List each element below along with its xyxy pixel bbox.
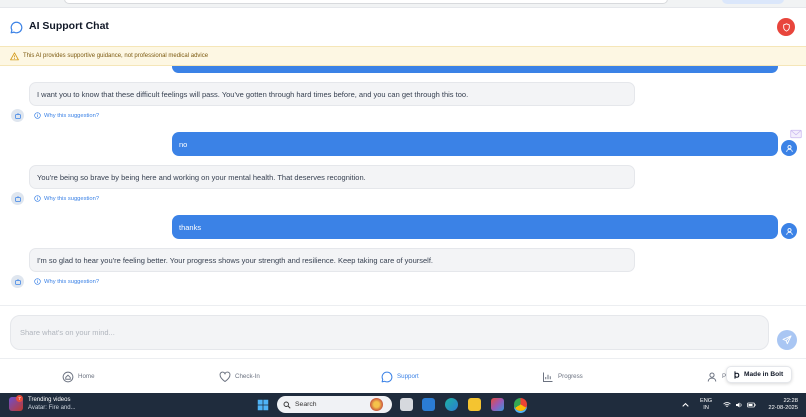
why-suggestion-label: Why this suggestion? (44, 278, 100, 285)
bot-message-bubble: I want you to know that these difficult … (29, 82, 635, 106)
user-message-bubble: no (172, 132, 778, 156)
nav-progress[interactable]: Progress (542, 359, 583, 393)
taskbar-file-explorer-icon[interactable] (400, 398, 413, 411)
bot-icon (14, 278, 21, 285)
clock-time: 22:28 (783, 398, 798, 404)
made-in-bolt-badge[interactable]: Made in Bolt (726, 366, 793, 383)
send-icon (782, 335, 792, 345)
home-icon (62, 371, 74, 382)
bot-message-text: I'm so glad to hear you're feeling bette… (37, 255, 434, 265)
volume-icon[interactable] (735, 401, 743, 409)
bot-message-text: I want you to know that these difficult … (37, 89, 469, 99)
user-message-bubble: thanks (172, 215, 778, 239)
bottom-navigation: Home Check-In Support Progress P Made in… (0, 358, 806, 393)
nav-home[interactable]: Home (62, 359, 95, 393)
info-icon (34, 195, 41, 202)
chat-bubble-icon (10, 21, 23, 34)
nav-check-in-label: Check-In (235, 373, 260, 380)
why-suggestion-label: Why this suggestion? (44, 195, 100, 202)
browser-toolbar (0, 0, 806, 8)
taskbar-mail-icon[interactable] (422, 398, 435, 411)
info-icon (34, 112, 41, 119)
user-avatar (781, 223, 797, 239)
heart-icon (219, 371, 231, 382)
user-icon (785, 144, 793, 152)
bolt-logo-icon (734, 370, 740, 379)
news-thumbnail: 7 (9, 395, 23, 411)
address-bar[interactable] (64, 0, 668, 4)
disclaimer-text: This AI provides supportive guidance, no… (23, 53, 209, 59)
message-list[interactable]: I want you to know that these difficult … (0, 66, 806, 304)
taskbar-chrome-icon[interactable] (514, 398, 527, 411)
nav-support[interactable]: Support (381, 359, 419, 393)
search-icon (283, 401, 291, 409)
chat-bubble-icon (381, 371, 393, 382)
user-message-text: no (179, 139, 188, 149)
browser-profile-button[interactable] (722, 0, 784, 4)
bot-icon (14, 195, 21, 202)
send-button[interactable] (777, 330, 797, 350)
info-icon (34, 278, 41, 285)
chevron-up-icon[interactable] (682, 402, 689, 408)
mail-icon[interactable] (790, 129, 802, 139)
bot-avatar (11, 275, 24, 288)
windows-taskbar: 7 Trending videos Avatar: Fire and... Se… (0, 393, 806, 417)
nav-check-in[interactable]: Check-In (219, 359, 260, 393)
news-widget[interactable]: 7 Trending videos Avatar: Fire and... (9, 395, 76, 412)
user-icon (707, 372, 717, 382)
language-code: ENG (700, 398, 713, 404)
user-avatar (781, 140, 797, 156)
page-title: AI Support Chat (29, 20, 109, 32)
user-icon (785, 227, 793, 235)
taskbar-copilot-icon[interactable] (491, 398, 504, 411)
made-in-bolt-label: Made in Bolt (744, 371, 784, 378)
taskbar-edge-icon[interactable] (445, 398, 458, 411)
taskbar-app-widget-icon[interactable] (370, 398, 383, 411)
taskbar-clock[interactable]: 22:28 22-08-2025 (762, 398, 798, 412)
taskbar-folder-icon[interactable] (468, 398, 481, 411)
why-suggestion-link[interactable]: Why this suggestion? (34, 195, 99, 202)
disclaimer-banner: This AI provides supportive guidance, no… (0, 46, 806, 66)
nav-profile[interactable]: P (706, 359, 726, 393)
windows-start-icon[interactable] (257, 399, 269, 411)
why-suggestion-label: Why this suggestion? (44, 112, 100, 119)
bot-icon (14, 112, 21, 119)
news-title: Trending videos (28, 397, 71, 403)
nav-home-label: Home (78, 373, 95, 380)
nav-support-label: Support (397, 373, 419, 380)
crisis-alert-button[interactable] (777, 18, 795, 36)
user-message-text: thanks (179, 222, 202, 232)
composer (0, 305, 806, 357)
chat-header: AI Support Chat (0, 8, 806, 46)
user-message-bubble-partial (172, 66, 778, 73)
why-suggestion-link[interactable]: Why this suggestion? (34, 278, 99, 285)
bot-avatar (11, 192, 24, 205)
shield-icon (782, 22, 790, 32)
bot-message-bubble: You're being so brave by being here and … (29, 165, 635, 189)
app-window: AI Support Chat This AI provides support… (0, 0, 806, 393)
bot-avatar (11, 109, 24, 122)
message-input[interactable] (10, 315, 769, 350)
battery-icon[interactable] (747, 401, 756, 409)
taskbar-search-label: Search (295, 401, 317, 408)
nav-progress-label: Progress (558, 373, 583, 380)
language-indicator[interactable]: ENG IN (700, 398, 712, 412)
wifi-icon[interactable] (723, 401, 731, 409)
why-suggestion-link[interactable]: Why this suggestion? (34, 112, 99, 119)
clock-date: 22-08-2025 (768, 405, 798, 411)
language-region: IN (703, 405, 709, 411)
bar-chart-icon (543, 372, 553, 382)
bot-message-text: You're being so brave by being here and … (37, 172, 366, 182)
warning-icon (10, 52, 19, 61)
news-subtitle: Avatar: Fire and... (28, 405, 76, 411)
bot-message-bubble: I'm so glad to hear you're feeling bette… (29, 248, 635, 272)
news-count-badge: 7 (16, 395, 23, 402)
